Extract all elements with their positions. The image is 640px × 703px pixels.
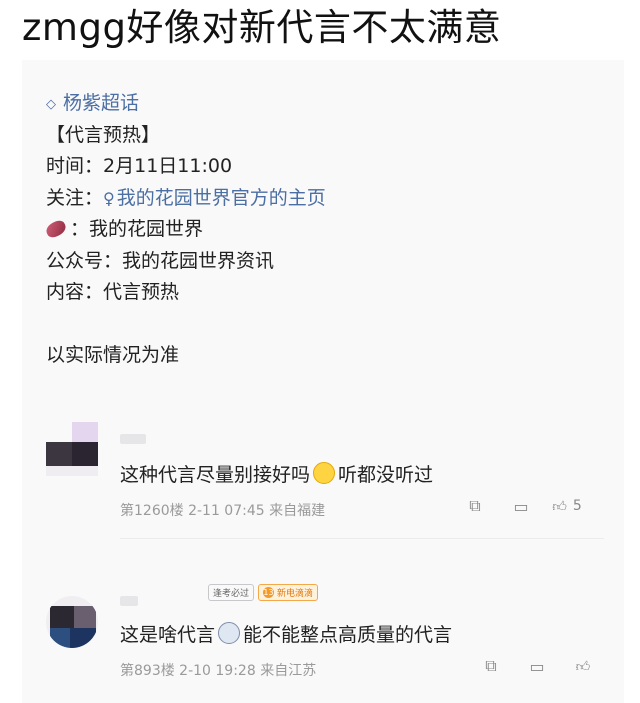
- like-button[interactable]: 👍︎: [560, 658, 606, 675]
- avatar[interactable]: [46, 422, 98, 476]
- comment-text: 这种代言尽量别接好吗 听都没听过: [120, 462, 434, 486]
- post-line-potato: ：我的花园世界: [43, 214, 606, 246]
- like-button[interactable]: 👍︎ 5: [544, 498, 590, 515]
- reply-icon[interactable]: ▭: [498, 497, 544, 516]
- repost-icon[interactable]: ⧉: [468, 656, 514, 676]
- potato-text: ：我的花园世界: [70, 218, 204, 240]
- laugh-cry-emoji-icon: [313, 462, 336, 484]
- divider: [120, 538, 604, 539]
- supertopic-icon: ◇: [46, 97, 56, 112]
- fan-level-badge: 13 新电滴滴: [258, 583, 319, 601]
- badge: 逢考必过: [208, 583, 255, 601]
- topic-label: 杨紫超话: [63, 92, 140, 114]
- post-line-content: 内容：代言预热: [46, 281, 180, 303]
- time-label: 时间：: [46, 155, 104, 177]
- comment-info: 第1260楼 2-11 07:45 来自福建: [120, 503, 326, 519]
- weibo-post-card: ◇ 杨紫超话 【代言预热】 时间：2月11日11:00 关注：♀ 我的花园世界官方的…: [22, 60, 624, 703]
- follow-link-text: 我的花园世界官方的主页: [116, 186, 326, 209]
- badge-row: 逢考必过 13 新电滴滴: [208, 583, 319, 601]
- post-line-title: 【代言预热】: [46, 123, 161, 146]
- thumbs-up-icon: 👍︎: [552, 498, 567, 515]
- comment-actions: ⧉ ▭ 👍︎ 5: [452, 496, 590, 516]
- follow-label: 关注：: [46, 186, 104, 209]
- topic-link[interactable]: ◇ 杨紫超话: [46, 88, 606, 120]
- follow-profile-link[interactable]: ♀ 我的花园世界官方的主页: [103, 187, 326, 209]
- repost-icon[interactable]: ⧉: [452, 496, 498, 516]
- post-line-follow: 关注：♀ 我的花园世界官方的主页: [46, 183, 606, 215]
- comment-text: 这是啥代言 能不能整点高质量的代言: [120, 622, 453, 646]
- reply-icon[interactable]: ▭: [514, 657, 560, 676]
- post-note: 以实际情况为准: [46, 343, 180, 366]
- time-value: 2月11日11:00: [103, 155, 233, 177]
- avatar[interactable]: [46, 596, 98, 648]
- username-blurred[interactable]: [120, 434, 146, 444]
- comment-actions: ⧉ ▭ 👍︎: [468, 656, 606, 676]
- username-blurred[interactable]: [120, 596, 138, 606]
- post-line-time: 时间：2月11日11:00: [46, 151, 606, 183]
- sweet-potato-icon: [43, 218, 69, 240]
- post-body: ◇ 杨紫超话 【代言预热】 时间：2月11日11:00 关注：♀ 我的花园世界官方的…: [43, 88, 606, 371]
- headline: zmgg好像对新代言不太满意: [22, 6, 502, 49]
- person-icon: ♀: [103, 188, 115, 208]
- comment-info: 第893楼 2-10 19:28 来自江苏: [120, 663, 317, 679]
- thumbs-up-icon: 👍︎: [575, 658, 591, 675]
- like-count: 5: [572, 498, 582, 514]
- post-line-wechat: 公众号：我的花园世界资讯: [46, 249, 275, 272]
- scream-emoji-icon: [218, 622, 241, 644]
